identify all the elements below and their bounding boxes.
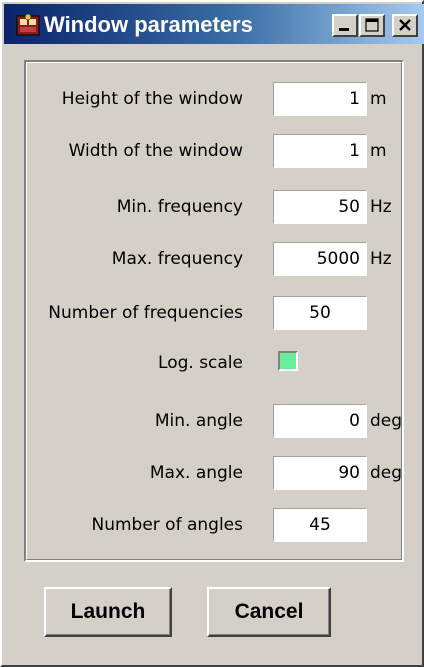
width-row: Width of the window 1 m bbox=[26, 134, 406, 168]
height-input[interactable]: 1 bbox=[273, 82, 367, 116]
num-frequencies-row: Number of frequencies 50 bbox=[26, 296, 406, 330]
min-angle-row: Min. angle 0 deg bbox=[26, 404, 406, 438]
min-frequency-unit: Hz bbox=[370, 197, 392, 217]
log-scale-checkbox[interactable] bbox=[278, 351, 298, 371]
title-bar[interactable]: Window parameters bbox=[4, 4, 424, 44]
width-label: Width of the window bbox=[68, 141, 243, 161]
min-angle-input[interactable]: 0 bbox=[273, 404, 367, 438]
width-input[interactable]: 1 bbox=[273, 134, 367, 168]
min-angle-unit: deg bbox=[370, 411, 403, 431]
max-angle-label: Max. angle bbox=[149, 463, 243, 483]
num-frequencies-label: Number of frequencies bbox=[48, 303, 243, 323]
maximize-button[interactable] bbox=[359, 14, 385, 37]
launch-button[interactable]: Launch bbox=[44, 587, 172, 637]
minimize-icon bbox=[339, 28, 349, 31]
window-title: Window parameters bbox=[44, 12, 253, 37]
min-frequency-input[interactable]: 50 bbox=[273, 190, 367, 224]
log-scale-row: Log. scale bbox=[26, 346, 406, 380]
num-angles-label: Number of angles bbox=[91, 515, 243, 535]
width-unit: m bbox=[370, 141, 387, 161]
height-row: Height of the window 1 m bbox=[26, 82, 406, 116]
max-angle-input[interactable]: 90 bbox=[273, 456, 367, 490]
parameters-panel: Height of the window 1 m Width of the wi… bbox=[24, 60, 404, 562]
log-scale-label: Log. scale bbox=[158, 353, 243, 373]
min-frequency-label: Min. frequency bbox=[116, 197, 243, 217]
close-button[interactable] bbox=[392, 14, 418, 37]
num-angles-row: Number of angles 45 bbox=[26, 508, 406, 542]
min-frequency-row: Min. frequency 50 Hz bbox=[26, 190, 406, 224]
max-angle-unit: deg bbox=[370, 463, 403, 483]
max-frequency-input[interactable]: 5000 bbox=[273, 242, 367, 276]
num-angles-input[interactable]: 45 bbox=[273, 508, 367, 542]
height-label: Height of the window bbox=[61, 89, 243, 109]
minimize-button[interactable] bbox=[332, 14, 358, 37]
min-angle-label: Min. angle bbox=[154, 411, 243, 431]
max-frequency-unit: Hz bbox=[370, 249, 392, 269]
close-icon bbox=[399, 19, 411, 31]
cancel-button[interactable]: Cancel bbox=[207, 587, 331, 637]
num-frequencies-input[interactable]: 50 bbox=[273, 296, 367, 330]
maximize-icon bbox=[365, 18, 379, 32]
max-frequency-label: Max. frequency bbox=[111, 249, 243, 269]
window-parameters-dialog: Window parameters Height of the window 1… bbox=[0, 0, 424, 667]
max-angle-row: Max. angle 90 deg bbox=[26, 456, 406, 490]
app-icon bbox=[16, 13, 40, 36]
max-frequency-row: Max. frequency 5000 Hz bbox=[26, 242, 406, 276]
height-unit: m bbox=[370, 89, 387, 109]
